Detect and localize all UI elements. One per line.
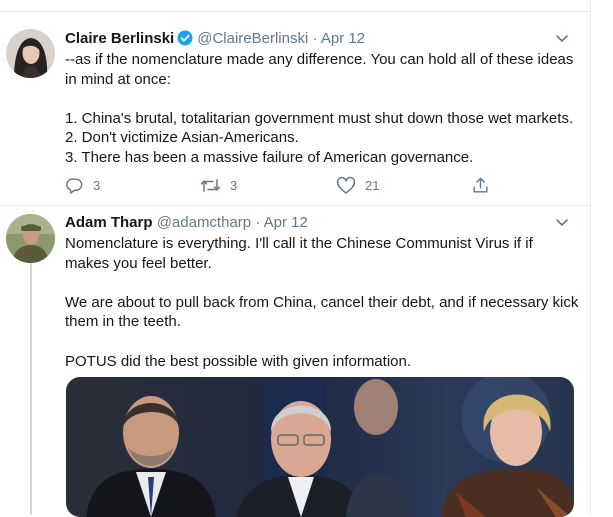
like-button[interactable]: 21 — [336, 175, 379, 195]
tweet-text-line: We are about to pull back from China, ca… — [65, 293, 579, 311]
tweet-adam-tharp[interactable]: Adam Tharp @adamctharp · Apr 12 Nomencla… — [0, 206, 590, 517]
share-button[interactable] — [471, 175, 499, 195]
tweet-text-line: 3. There has been a massive failure of A… — [65, 148, 474, 166]
tweet-date[interactable]: Apr 12 — [264, 214, 308, 231]
retweet-icon — [200, 178, 221, 192]
avatar[interactable] — [6, 29, 55, 78]
display-name[interactable]: Claire Berlinski — [65, 30, 174, 47]
share-icon — [473, 177, 488, 193]
avatar-woman-icon — [6, 29, 55, 78]
tweet-text-line: POTUS did the best possible with given i… — [65, 352, 412, 370]
tweet-text: --as if the nomenclature made any differ… — [65, 50, 580, 168]
tweet-text-line: 2. Don't victimize Asian-Americans. — [65, 129, 299, 147]
user-handle[interactable]: @ClaireBerlinski — [197, 30, 308, 47]
retweet-count: 3 — [230, 177, 238, 193]
tweet-text: Nomenclature is everything. I'll call it… — [65, 234, 580, 371]
separator-dot: · — [255, 214, 261, 231]
tweet-text-line: makes you feel better. — [65, 254, 212, 272]
display-name[interactable]: Adam Tharp — [65, 214, 153, 231]
retweet-button[interactable]: 3 — [200, 175, 237, 195]
tweet-claire-berlinski[interactable]: Claire Berlinski @ClaireBerlinski · Apr 1… — [0, 12, 590, 206]
chevron-down-icon[interactable] — [554, 214, 570, 230]
avatar[interactable] — [6, 214, 55, 263]
tweet-text-line — [65, 332, 580, 352]
tweet-text-line: 1. China's brutal, totalitarian governme… — [65, 109, 574, 127]
tweet-actions: 3 3 21 — [65, 175, 565, 195]
tweet-header: Adam Tharp @adamctharp · Apr 12 — [65, 212, 308, 234]
like-count: 21 — [365, 177, 380, 193]
tweet-text-line: in mind at once: — [65, 70, 171, 88]
thread-connector-line — [30, 263, 32, 515]
avatar-man-outdoors-icon — [6, 214, 55, 263]
tweet-text-line: Nomenclature is everything. I'll call it… — [65, 235, 533, 252]
tweet-text-line: --as if the nomenclature made any differ… — [65, 51, 574, 68]
reply-icon — [66, 177, 83, 194]
reply-count: 3 — [93, 177, 101, 193]
tweet-media-photo[interactable] — [66, 377, 574, 517]
chevron-down-icon[interactable] — [554, 30, 570, 46]
tweet-text-line — [65, 273, 580, 293]
press-briefing-photo-icon — [66, 377, 574, 517]
column-border — [590, 0, 591, 515]
separator-dot: · — [312, 30, 318, 47]
tweet-date[interactable]: Apr 12 — [321, 30, 365, 47]
user-handle[interactable]: @adamctharp — [157, 214, 251, 231]
tweet-header: Claire Berlinski @ClaireBerlinski · Apr 1… — [65, 28, 365, 50]
heart-icon — [336, 176, 356, 194]
tweet-text-line: them in the teeth. — [65, 313, 181, 331]
reply-button[interactable]: 3 — [65, 175, 100, 195]
tweet-text-line — [65, 89, 580, 109]
